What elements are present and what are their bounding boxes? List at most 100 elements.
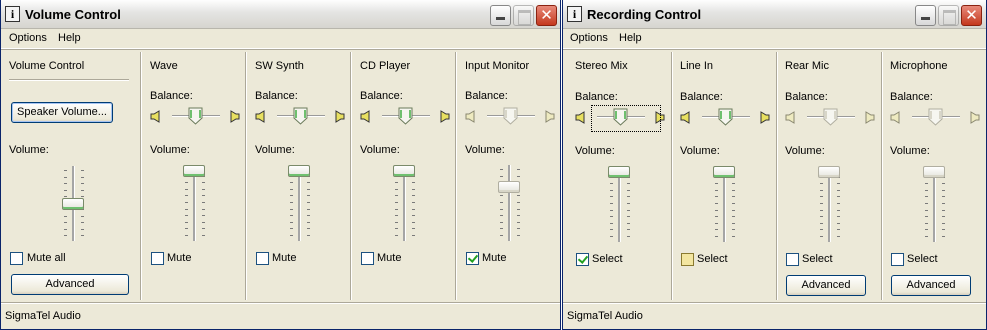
volume-slider-thumb[interactable] [713,166,735,178]
balance-slider-thumb[interactable] [823,108,838,126]
volume-label: Volume: [575,145,615,157]
volume-label: Volume: [785,145,825,157]
volume-slider[interactable] [498,165,520,241]
speaker-left-icon [150,110,160,123]
volume-label: Volume: [465,144,505,156]
volume-label: Volume: [890,145,930,157]
status-bar: SigmaTel Audio [1,302,560,329]
balance-slider[interactable] [277,107,325,125]
channel-title: Rear Mic [785,60,830,72]
select-checkbox[interactable] [786,253,799,266]
balance-label: Balance: [255,90,298,102]
balance-label: Balance: [890,91,933,103]
volume-label: Volume: [360,144,400,156]
maximize-button[interactable] [938,5,959,26]
balance-slider-thumb[interactable] [293,107,308,125]
volume-label: Volume: [255,144,295,156]
mute-checkbox[interactable] [466,252,479,265]
volume-slider[interactable] [393,165,415,241]
balance-slider-thumb[interactable] [503,107,518,125]
balance-label: Balance: [575,91,618,103]
balance-slider[interactable] [807,108,855,126]
volume-slider[interactable] [713,166,735,242]
balance-label: Balance: [150,90,193,102]
volume-slider-thumb[interactable] [183,165,205,177]
speaker-volume-button[interactable]: Speaker Volume... [11,102,113,123]
balance-slider-thumb[interactable] [398,107,413,125]
title-bar[interactable]: i Volume Control ✕ [1,0,560,29]
balance-slider[interactable] [382,107,430,125]
divider [776,52,778,300]
volume-slider[interactable] [183,165,205,241]
channel-title: CD Player [360,60,411,72]
master-volume-slider[interactable] [62,166,84,241]
speaker-left-icon [465,110,475,123]
menu-help[interactable]: Help [619,32,642,44]
divider [9,79,129,81]
focus-rectangle [591,105,661,132]
volume-slider-thumb[interactable] [608,166,630,178]
title-bar[interactable]: i Recording Control ✕ [563,0,986,29]
channel-title: SW Synth [255,60,304,72]
balance-label: Balance: [465,90,508,102]
mute-label: Mute [272,252,297,264]
speaker-left-icon [360,110,370,123]
app-icon[interactable]: i [5,6,20,22]
status-text: SigmaTel Audio [567,310,643,322]
maximize-button[interactable] [513,5,534,26]
menu-help[interactable]: Help [58,32,81,44]
volume-slider-thumb[interactable] [923,166,945,178]
speaker-right-icon [545,110,555,123]
divider [245,52,247,300]
volume-slider-thumb[interactable] [288,165,310,177]
speaker-left-icon [680,111,690,124]
select-checkbox[interactable] [891,253,904,266]
select-label: Select [592,253,623,265]
mute-all-checkbox[interactable] [10,252,23,265]
volume-slider-thumb[interactable] [498,181,520,193]
mute-checkbox[interactable] [256,252,269,265]
volume-slider[interactable] [608,166,630,242]
menu-options[interactable]: Options [9,32,47,44]
balance-slider-thumb[interactable] [928,108,943,126]
balance-slider[interactable] [487,107,535,125]
volume-slider[interactable] [818,166,840,242]
mute-label: Mute [167,252,192,264]
divider [140,52,142,300]
channel-title: Wave [150,60,178,72]
volume-slider[interactable] [923,166,945,242]
speaker-right-icon [760,111,770,124]
select-checkbox[interactable] [681,253,694,266]
balance-slider[interactable] [702,108,750,126]
minimize-button[interactable] [915,5,936,26]
balance-slider[interactable] [912,108,960,126]
close-button[interactable]: ✕ [961,5,982,26]
divider [350,52,352,300]
advanced-button[interactable]: Advanced [11,274,129,295]
mute-checkbox[interactable] [361,252,374,265]
advanced-button[interactable]: Advanced [786,275,866,296]
speaker-right-icon [970,111,980,124]
speaker-left-icon [575,111,585,124]
balance-slider-thumb[interactable] [188,107,203,125]
minimize-button[interactable] [490,5,511,26]
volume-slider-thumb[interactable] [818,166,840,178]
select-checkbox[interactable] [576,253,589,266]
speaker-right-icon [335,110,345,123]
menu-options[interactable]: Options [570,32,608,44]
balance-label: Balance: [360,90,403,102]
mute-all-label: Mute all [27,252,66,264]
mute-checkbox[interactable] [151,252,164,265]
speaker-left-icon [255,110,265,123]
volume-label: Volume: [9,144,49,156]
close-button[interactable]: ✕ [536,5,557,26]
volume-slider-thumb[interactable] [62,197,84,210]
status-bar: SigmaTel Audio [563,302,986,329]
volume-slider[interactable] [288,165,310,241]
menu-bar: Options Help [563,29,986,49]
balance-slider[interactable] [172,107,220,125]
advanced-button[interactable]: Advanced [891,275,971,296]
volume-slider-thumb[interactable] [393,165,415,177]
balance-slider-thumb[interactable] [718,108,733,126]
app-icon[interactable]: i [567,6,582,22]
